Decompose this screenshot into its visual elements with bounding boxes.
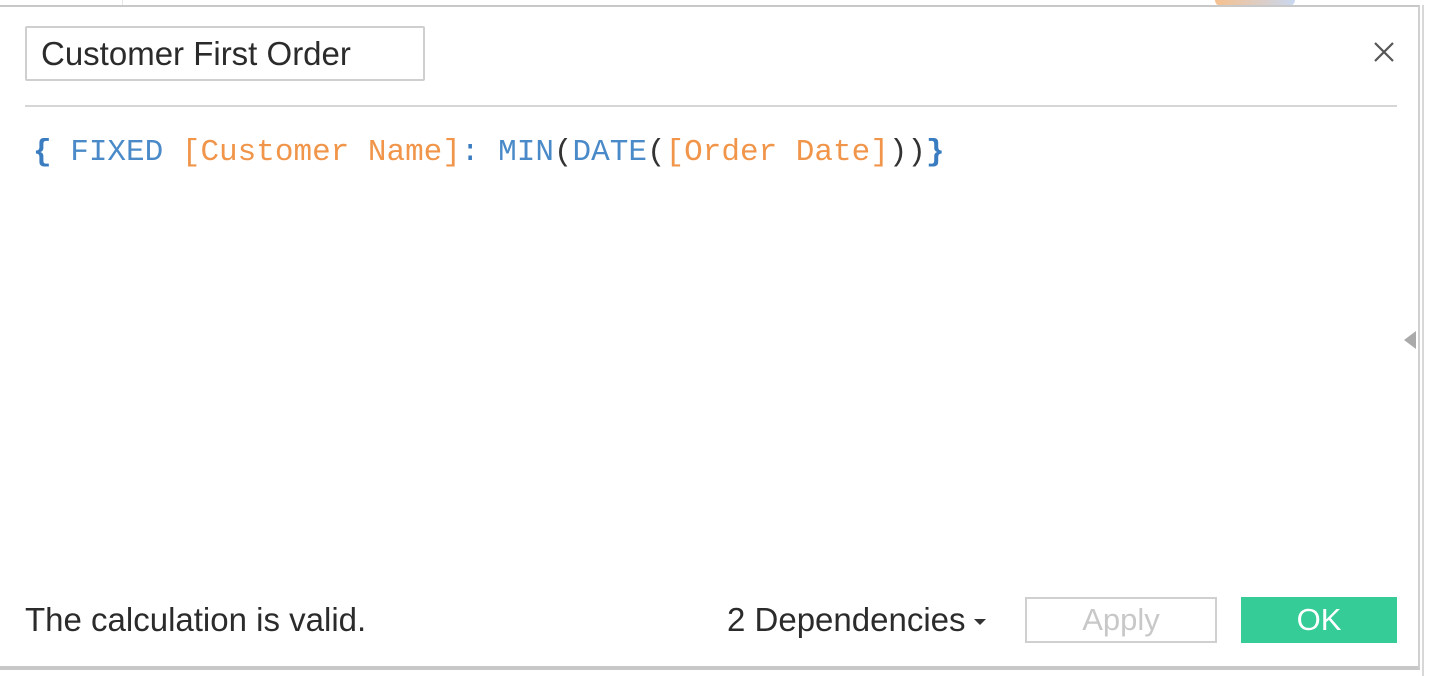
formula-close-parens: )) <box>888 135 927 170</box>
formula-paren: ( <box>646 135 666 170</box>
formula-close-brace: } <box>926 135 945 170</box>
formula-editor[interactable]: { FIXED [Customer Name]: MIN(DATE([Order… <box>33 133 1393 553</box>
side-panel-edge <box>1422 5 1431 676</box>
close-icon[interactable] <box>1370 38 1398 66</box>
formula-field-order-date: [Order Date] <box>665 135 889 170</box>
formula-fixed-keyword: FIXED <box>70 135 164 170</box>
caret-down-icon <box>973 619 986 626</box>
calculation-name-input[interactable] <box>25 26 425 81</box>
formula-date-function: DATE <box>572 135 647 170</box>
dependencies-dropdown[interactable]: 2 Dependencies <box>727 601 986 639</box>
formula-field-customer-name: [Customer Name] <box>181 135 461 170</box>
dependencies-label: 2 Dependencies <box>727 601 966 638</box>
formula-colon: : <box>460 135 480 170</box>
collapse-panel-icon[interactable] <box>1404 331 1416 349</box>
ok-button[interactable]: OK <box>1241 597 1397 643</box>
formula-min-function: MIN <box>498 135 554 170</box>
validation-status: The calculation is valid. <box>25 601 367 638</box>
apply-button[interactable]: Apply <box>1025 597 1217 643</box>
formula-paren: ( <box>553 135 573 170</box>
header-divider <box>25 105 1397 107</box>
formula-open-brace: { <box>33 135 52 170</box>
